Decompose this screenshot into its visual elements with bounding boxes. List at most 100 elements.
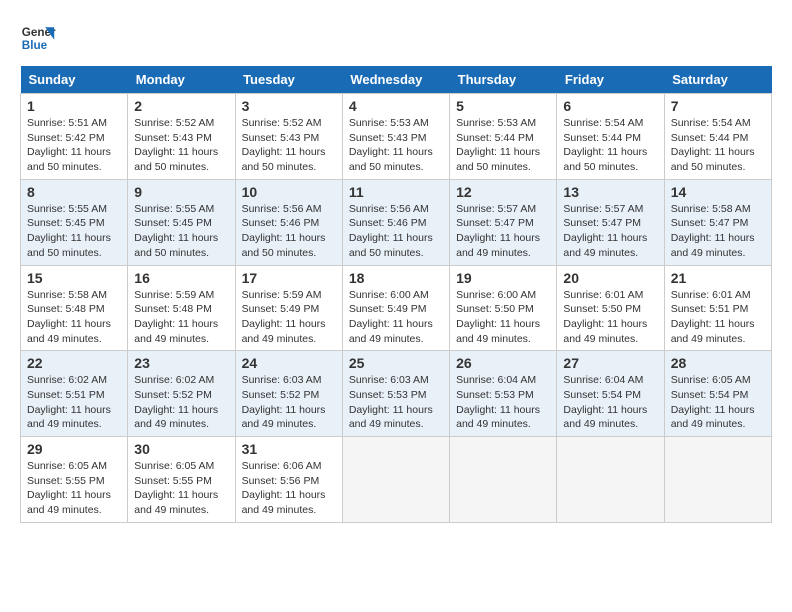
day-info: Sunrise: 5:57 AMSunset: 5:47 PMDaylight:…	[456, 202, 550, 261]
day-info: Sunrise: 5:56 AMSunset: 5:46 PMDaylight:…	[349, 202, 443, 261]
day-info: Sunrise: 6:01 AMSunset: 5:51 PMDaylight:…	[671, 288, 765, 347]
calendar-cell: 5 Sunrise: 5:53 AMSunset: 5:44 PMDaylight…	[450, 94, 557, 180]
calendar-cell: 9Sunrise: 5:55 AMSunset: 5:45 PMDaylight…	[128, 179, 235, 265]
day-info: Sunrise: 5:57 AMSunset: 5:47 PMDaylight:…	[563, 202, 657, 261]
day-info: Sunrise: 5:59 AMSunset: 5:48 PMDaylight:…	[134, 288, 228, 347]
calendar-header-sunday: Sunday	[21, 66, 128, 94]
day-info: Sunrise: 6:02 AMSunset: 5:52 PMDaylight:…	[134, 373, 228, 432]
calendar-cell: 11 Sunrise: 5:56 AMSunset: 5:46 PMDayligh…	[342, 179, 449, 265]
calendar-header-row: SundayMondayTuesdayWednesdayThursdayFrid…	[21, 66, 772, 94]
day-number: 20	[563, 270, 657, 286]
calendar-cell	[557, 437, 664, 523]
calendar-cell: 15 Sunrise: 5:58 AMSunset: 5:48 PMDayligh…	[21, 265, 128, 351]
day-number: 8	[27, 184, 121, 200]
calendar-cell: 25 Sunrise: 6:03 AMSunset: 5:53 PMDayligh…	[342, 351, 449, 437]
day-info: Sunrise: 6:06 AMSunset: 5:56 PMDaylight:…	[242, 459, 336, 518]
day-info: Sunrise: 6:03 AMSunset: 5:52 PMDaylight:…	[242, 373, 336, 432]
day-info: Sunrise: 6:00 AMSunset: 5:50 PMDaylight:…	[456, 288, 550, 347]
calendar-header-tuesday: Tuesday	[235, 66, 342, 94]
day-number: 13	[563, 184, 657, 200]
day-info: Sunrise: 6:05 AMSunset: 5:54 PMDaylight:…	[671, 373, 765, 432]
day-info: Sunrise: 5:51 AMSunset: 5:42 PMDaylight:…	[27, 116, 121, 175]
calendar-cell: 13 Sunrise: 5:57 AMSunset: 5:47 PMDayligh…	[557, 179, 664, 265]
day-info: Sunrise: 6:02 AMSunset: 5:51 PMDaylight:…	[27, 373, 121, 432]
day-info: Sunrise: 5:53 AMSunset: 5:43 PMDaylight:…	[349, 116, 443, 175]
calendar-cell: 1 Sunrise: 5:51 AMSunset: 5:42 PMDaylight…	[21, 94, 128, 180]
calendar-cell	[664, 437, 771, 523]
day-info: Sunrise: 6:00 AMSunset: 5:49 PMDaylight:…	[349, 288, 443, 347]
day-number: 4	[349, 98, 443, 114]
day-number: 2	[134, 98, 228, 114]
calendar-cell: 31Sunrise: 6:06 AMSunset: 5:56 PMDayligh…	[235, 437, 342, 523]
calendar-cell: 24 Sunrise: 6:03 AMSunset: 5:52 PMDayligh…	[235, 351, 342, 437]
day-info: Sunrise: 5:55 AMSunset: 5:45 PMDaylight:…	[27, 202, 121, 261]
day-number: 19	[456, 270, 550, 286]
day-number: 17	[242, 270, 336, 286]
calendar-header-saturday: Saturday	[664, 66, 771, 94]
calendar-cell: 14 Sunrise: 5:58 AMSunset: 5:47 PMDayligh…	[664, 179, 771, 265]
day-info: Sunrise: 5:58 AMSunset: 5:48 PMDaylight:…	[27, 288, 121, 347]
day-number: 25	[349, 355, 443, 371]
calendar-header-wednesday: Wednesday	[342, 66, 449, 94]
day-number: 6	[563, 98, 657, 114]
calendar-week-row-4: 22 Sunrise: 6:02 AMSunset: 5:51 PMDayligh…	[21, 351, 772, 437]
day-info: Sunrise: 6:05 AMSunset: 5:55 PMDaylight:…	[27, 459, 121, 518]
day-number: 15	[27, 270, 121, 286]
calendar-header-thursday: Thursday	[450, 66, 557, 94]
day-info: Sunrise: 6:01 AMSunset: 5:50 PMDaylight:…	[563, 288, 657, 347]
day-number: 3	[242, 98, 336, 114]
day-number: 23	[134, 355, 228, 371]
day-number: 7	[671, 98, 765, 114]
calendar-cell: 21 Sunrise: 6:01 AMSunset: 5:51 PMDayligh…	[664, 265, 771, 351]
day-info: Sunrise: 5:53 AMSunset: 5:44 PMDaylight:…	[456, 116, 550, 175]
calendar-cell: 20 Sunrise: 6:01 AMSunset: 5:50 PMDayligh…	[557, 265, 664, 351]
calendar-cell: 26 Sunrise: 6:04 AMSunset: 5:53 PMDayligh…	[450, 351, 557, 437]
calendar-cell: 27Sunrise: 6:04 AMSunset: 5:54 PMDayligh…	[557, 351, 664, 437]
calendar-cell: 22 Sunrise: 6:02 AMSunset: 5:51 PMDayligh…	[21, 351, 128, 437]
day-number: 24	[242, 355, 336, 371]
calendar-cell: 30Sunrise: 6:05 AMSunset: 5:55 PMDayligh…	[128, 437, 235, 523]
day-number: 1	[27, 98, 121, 114]
day-info: Sunrise: 5:52 AMSunset: 5:43 PMDaylight:…	[134, 116, 228, 175]
day-info: Sunrise: 5:52 AMSunset: 5:43 PMDaylight:…	[242, 116, 336, 175]
day-number: 16	[134, 270, 228, 286]
calendar-cell: 3 Sunrise: 5:52 AMSunset: 5:43 PMDaylight…	[235, 94, 342, 180]
calendar-week-row-1: 1 Sunrise: 5:51 AMSunset: 5:42 PMDaylight…	[21, 94, 772, 180]
day-info: Sunrise: 6:03 AMSunset: 5:53 PMDaylight:…	[349, 373, 443, 432]
day-number: 11	[349, 184, 443, 200]
calendar-table: SundayMondayTuesdayWednesdayThursdayFrid…	[20, 66, 772, 523]
day-info: Sunrise: 5:54 AMSunset: 5:44 PMDaylight:…	[671, 116, 765, 175]
calendar-cell: 16 Sunrise: 5:59 AMSunset: 5:48 PMDayligh…	[128, 265, 235, 351]
calendar-cell	[342, 437, 449, 523]
day-number: 22	[27, 355, 121, 371]
calendar-cell: 23 Sunrise: 6:02 AMSunset: 5:52 PMDayligh…	[128, 351, 235, 437]
calendar-week-row-3: 15 Sunrise: 5:58 AMSunset: 5:48 PMDayligh…	[21, 265, 772, 351]
calendar-cell: 12 Sunrise: 5:57 AMSunset: 5:47 PMDayligh…	[450, 179, 557, 265]
calendar-cell: 17 Sunrise: 5:59 AMSunset: 5:49 PMDayligh…	[235, 265, 342, 351]
day-number: 9	[134, 184, 228, 200]
day-number: 27	[563, 355, 657, 371]
logo: General Blue	[20, 20, 56, 56]
calendar-header-monday: Monday	[128, 66, 235, 94]
day-info: Sunrise: 5:54 AMSunset: 5:44 PMDaylight:…	[563, 116, 657, 175]
day-number: 12	[456, 184, 550, 200]
day-number: 10	[242, 184, 336, 200]
day-info: Sunrise: 5:59 AMSunset: 5:49 PMDaylight:…	[242, 288, 336, 347]
day-info: Sunrise: 5:58 AMSunset: 5:47 PMDaylight:…	[671, 202, 765, 261]
calendar-cell	[450, 437, 557, 523]
day-number: 14	[671, 184, 765, 200]
day-info: Sunrise: 6:04 AMSunset: 5:53 PMDaylight:…	[456, 373, 550, 432]
day-number: 28	[671, 355, 765, 371]
logo-icon: General Blue	[20, 20, 56, 56]
day-number: 18	[349, 270, 443, 286]
calendar-cell: 4 Sunrise: 5:53 AMSunset: 5:43 PMDaylight…	[342, 94, 449, 180]
day-number: 21	[671, 270, 765, 286]
day-number: 29	[27, 441, 121, 457]
calendar-cell: 18 Sunrise: 6:00 AMSunset: 5:49 PMDayligh…	[342, 265, 449, 351]
calendar-week-row-5: 29 Sunrise: 6:05 AMSunset: 5:55 PMDayligh…	[21, 437, 772, 523]
calendar-cell: 8 Sunrise: 5:55 AMSunset: 5:45 PMDaylight…	[21, 179, 128, 265]
page-header: General Blue	[20, 20, 772, 56]
calendar-header-friday: Friday	[557, 66, 664, 94]
day-number: 26	[456, 355, 550, 371]
day-number: 5	[456, 98, 550, 114]
